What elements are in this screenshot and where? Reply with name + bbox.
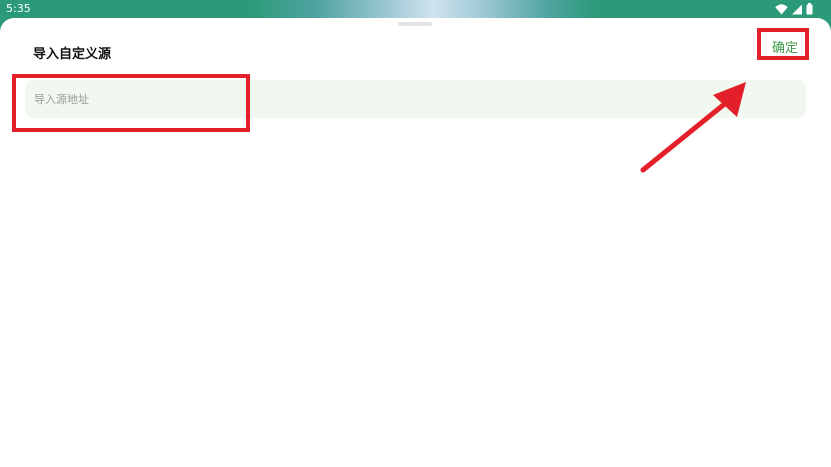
wifi-icon — [775, 3, 788, 15]
signal-icon — [792, 4, 802, 15]
source-url-field — [25, 80, 806, 118]
status-time: 5:35 — [6, 2, 31, 15]
sheet-drag-handle[interactable] — [398, 22, 432, 26]
import-source-sheet: 导入自定义源 确定 — [0, 18, 831, 467]
status-icons — [775, 3, 813, 15]
status-bar: 5:35 — [0, 0, 831, 20]
confirm-button[interactable]: 确定 — [762, 38, 808, 60]
battery-icon — [806, 3, 813, 15]
sheet-title: 导入自定义源 — [33, 47, 112, 62]
source-url-input[interactable] — [25, 80, 806, 118]
